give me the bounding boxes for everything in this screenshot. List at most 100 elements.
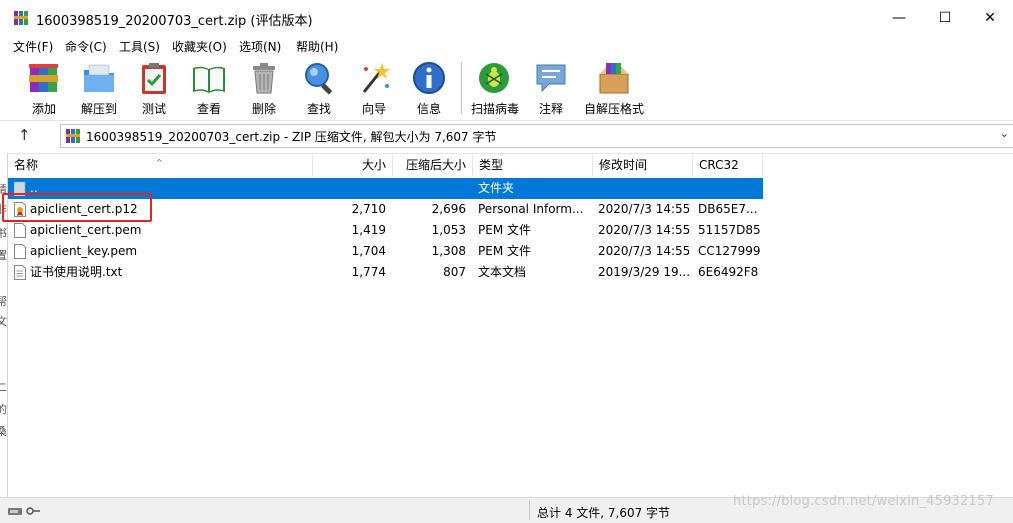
extract-to-button[interactable]: 解压到	[71, 58, 127, 116]
path-text: 1600398519_20200703_cert.zip - ZIP 压缩文件,…	[86, 130, 497, 144]
winrar-app-icon	[14, 11, 28, 25]
column-modified[interactable]: 修改时间	[593, 154, 693, 176]
row-crc: CC127999	[698, 244, 761, 258]
toolbar: 添加 解压到 测试 查看 删除 查找 向导 信息 扫描病毒 注释 自解压格式	[0, 56, 1013, 121]
menu-bar: 文件(F) 命令(C) 工具(S) 收藏夹(O) 选项(N) 帮助(H)	[0, 36, 1013, 56]
comment-label: 注释	[538, 102, 563, 116]
chevron-down-icon[interactable]: ⌄	[1000, 127, 1009, 140]
file-list: 名称 ^ 大小 压缩后大小 类型 修改时间 CRC32 .. 文件夹 apicl…	[8, 153, 1013, 496]
add-button[interactable]: 添加	[16, 58, 72, 116]
bg-char: 帮	[0, 293, 7, 309]
drive-lock-icon	[8, 507, 40, 515]
row-type: PEM 文件	[478, 244, 531, 258]
test-clipboard-icon	[142, 63, 166, 94]
bg-char: 二	[0, 379, 7, 395]
row-packed: 1,308	[431, 244, 466, 258]
title-bar: 1600398519_20200703_cert.zip (评估版本) — ☐ …	[0, 0, 1013, 36]
status-text: 总计 4 文件, 7,607 字节	[537, 506, 671, 520]
file-icon	[14, 223, 26, 238]
extract-to-label: 解压到	[80, 102, 117, 116]
delete-button[interactable]: 删除	[236, 58, 292, 116]
info-label: 信息	[416, 102, 441, 116]
row-type: 文件夹	[478, 181, 515, 195]
maximize-button[interactable]: ☐	[922, 0, 968, 36]
column-packed[interactable]: 压缩后大小	[393, 154, 473, 176]
wizard-label: 向导	[361, 102, 386, 116]
trash-icon	[253, 63, 275, 94]
row-packed: 2,696	[431, 202, 466, 216]
row-type: PEM 文件	[478, 223, 531, 237]
sfx-button[interactable]: 自解压格式	[584, 58, 644, 116]
add-label: 添加	[31, 102, 56, 116]
test-label: 测试	[141, 102, 166, 116]
table-row[interactable]: 证书使用说明.txt 1,774 807 文本文档 2019/3/29 19..…	[8, 262, 763, 283]
test-button[interactable]: 测试	[126, 58, 182, 116]
row-packed: 1,053	[431, 223, 466, 237]
menu-commands[interactable]: 命令(C)	[65, 38, 107, 55]
row-modified: 2020/7/3 14:55	[598, 202, 691, 216]
row-name: apiclient_key.pem	[30, 244, 138, 258]
row-crc: DB65E7...	[698, 202, 758, 216]
menu-help[interactable]: 帮助(H)	[296, 38, 338, 55]
row-modified: 2019/3/29 19...	[598, 265, 691, 279]
view-book-icon	[193, 66, 225, 93]
find-label: 查找	[306, 102, 331, 116]
table-row[interactable]: apiclient_cert.pem 1,419 1,053 PEM 文件 20…	[8, 220, 763, 241]
row-modified: 2020/7/3 14:55	[598, 223, 691, 237]
scan-virus-button[interactable]: 扫描病毒	[466, 58, 524, 116]
table-row[interactable]: apiclient_key.pem 1,704 1,308 PEM 文件 202…	[8, 241, 763, 262]
view-label: 查看	[196, 102, 221, 116]
up-arrow-icon[interactable]: ↑	[18, 126, 31, 144]
column-name-label: 名称	[14, 158, 39, 172]
row-size: 1,419	[351, 223, 386, 237]
status-separator	[529, 500, 530, 520]
scan-virus-label: 扫描病毒	[470, 102, 519, 116]
row-size: 1,704	[351, 244, 386, 258]
menu-favorites[interactable]: 收藏夹(O)	[172, 38, 227, 55]
path-field[interactable]: 1600398519_20200703_cert.zip - ZIP 压缩文件,…	[60, 124, 1013, 148]
add-icon	[29, 64, 58, 92]
column-crc[interactable]: CRC32	[693, 154, 763, 176]
wizard-button[interactable]: 向导	[346, 58, 402, 116]
row-name: 证书使用说明.txt	[30, 265, 123, 279]
watermark-text: https://blog.csdn.net/weixin_45932157	[733, 494, 994, 509]
info-button[interactable]: 信息	[401, 58, 457, 116]
column-name[interactable]: 名称 ^	[8, 154, 313, 176]
bg-char: 书	[0, 225, 7, 241]
menu-file[interactable]: 文件(F)	[13, 38, 53, 55]
window-title: 1600398519_20200703_cert.zip (评估版本)	[36, 14, 313, 29]
row-name: apiclient_cert.pem	[30, 223, 142, 237]
row-type: 文本文档	[478, 265, 527, 279]
minimize-button[interactable]: —	[876, 0, 922, 36]
view-button[interactable]: 查看	[181, 58, 237, 116]
bg-char: 文	[0, 313, 7, 329]
extract-folder-icon	[84, 64, 114, 92]
menu-tools[interactable]: 工具(S)	[119, 38, 160, 55]
address-bar: ↑ 1600398519_20200703_cert.zip - ZIP 压缩文…	[0, 121, 1013, 151]
magnifier-icon	[305, 63, 333, 95]
bg-char: 桑	[0, 423, 7, 439]
archive-icon	[66, 129, 80, 143]
row-type: Personal Inform...	[478, 202, 584, 216]
row-packed: 807	[443, 265, 466, 279]
text-file-icon	[14, 265, 26, 280]
toolbar-separator	[461, 62, 462, 114]
find-button[interactable]: 查找	[291, 58, 347, 116]
column-size[interactable]: 大小	[313, 154, 393, 176]
row-size: 2,710	[351, 202, 386, 216]
highlight-box	[2, 193, 152, 222]
sort-up-icon: ^	[156, 158, 163, 167]
bg-char: 置	[0, 247, 7, 263]
row-crc: 6E6492F8	[698, 265, 759, 279]
close-button[interactable]: ✕	[967, 0, 1013, 36]
row-modified: 2020/7/3 14:55	[598, 244, 691, 258]
sfx-box-icon	[599, 63, 629, 94]
menu-options[interactable]: 选项(N)	[239, 38, 281, 55]
bg-char: 的	[0, 401, 7, 417]
row-crc: 51157D85	[698, 223, 761, 237]
comment-button[interactable]: 注释	[523, 58, 579, 116]
comment-icon	[536, 64, 566, 93]
sfx-label: 自解压格式	[584, 102, 645, 116]
delete-label: 删除	[251, 102, 276, 116]
column-type[interactable]: 类型	[473, 154, 593, 176]
